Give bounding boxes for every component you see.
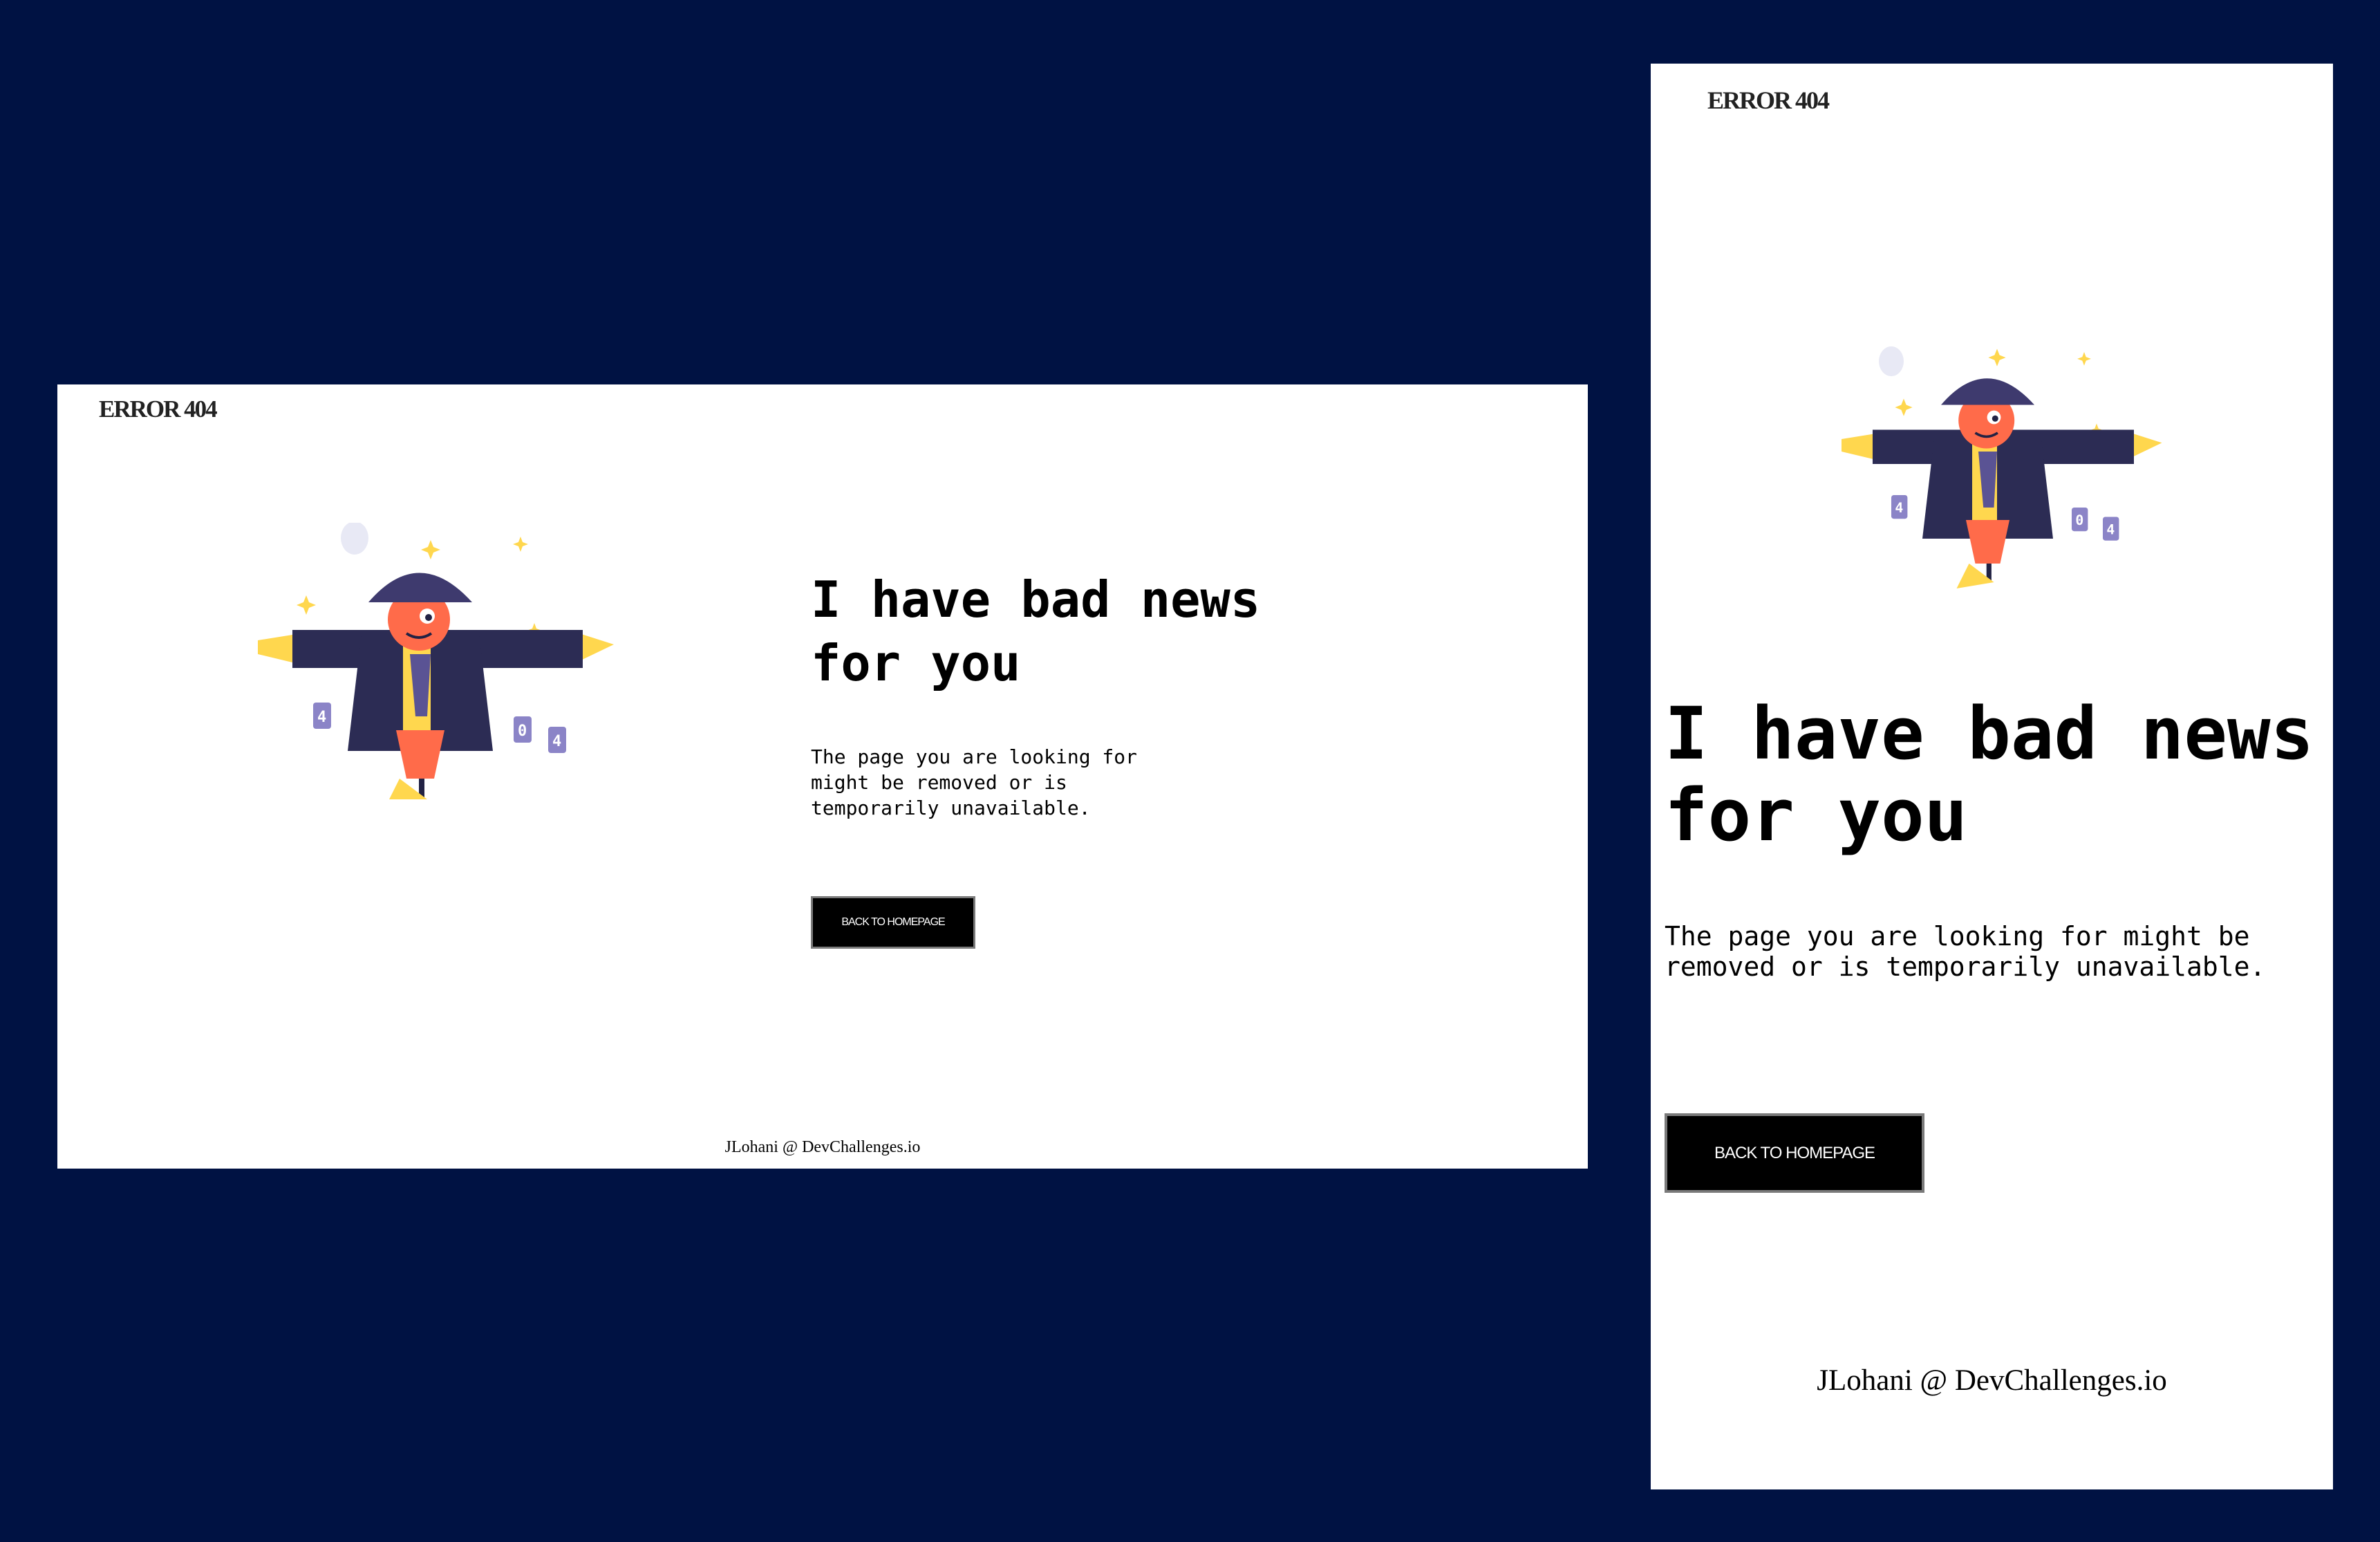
brand-logo[interactable]: ERROR 404 [99,396,218,423]
can-4-left-label: 4 [1895,500,1903,516]
page-description: The page you are looking for might be re… [811,745,1138,819]
page-headline: I have bad news for you [811,570,1261,692]
page-description: The page you are looking for might be re… [1665,921,2266,982]
can-4-right-label: 4 [552,733,561,750]
footer-credit[interactable]: JLohani @ DevChallenges.io [57,1138,1588,1157]
mobile-preview: ERROR 404 4 0 4 I have bad news for you … [1651,64,2333,1489]
can-4-right-label: 4 [2106,522,2115,538]
scarecrow-illustration: 4 0 4 [1842,346,2162,588]
page-headline: I have bad news for you [1665,691,2314,857]
desktop-preview: ERROR 404 4 0 4 I have bad news for you … [57,384,1588,1169]
footer-credit[interactable]: JLohani @ DevChallenges.io [1651,1364,2333,1397]
back-to-homepage-button[interactable]: BACK TO HOMEPAGE [1665,1113,1924,1193]
back-to-homepage-button[interactable]: BACK TO HOMEPAGE [811,896,975,949]
scarecrow-graphic: 4 0 4 [258,523,614,799]
scarecrow-graphic: 4 0 4 [1842,346,2162,588]
can-4-left-label: 4 [317,709,326,726]
can-0-label: 0 [518,723,527,740]
brand-logo[interactable]: ERROR 404 [1707,86,1830,115]
scarecrow-illustration: 4 0 4 [258,523,614,799]
can-0-label: 0 [2075,512,2083,528]
